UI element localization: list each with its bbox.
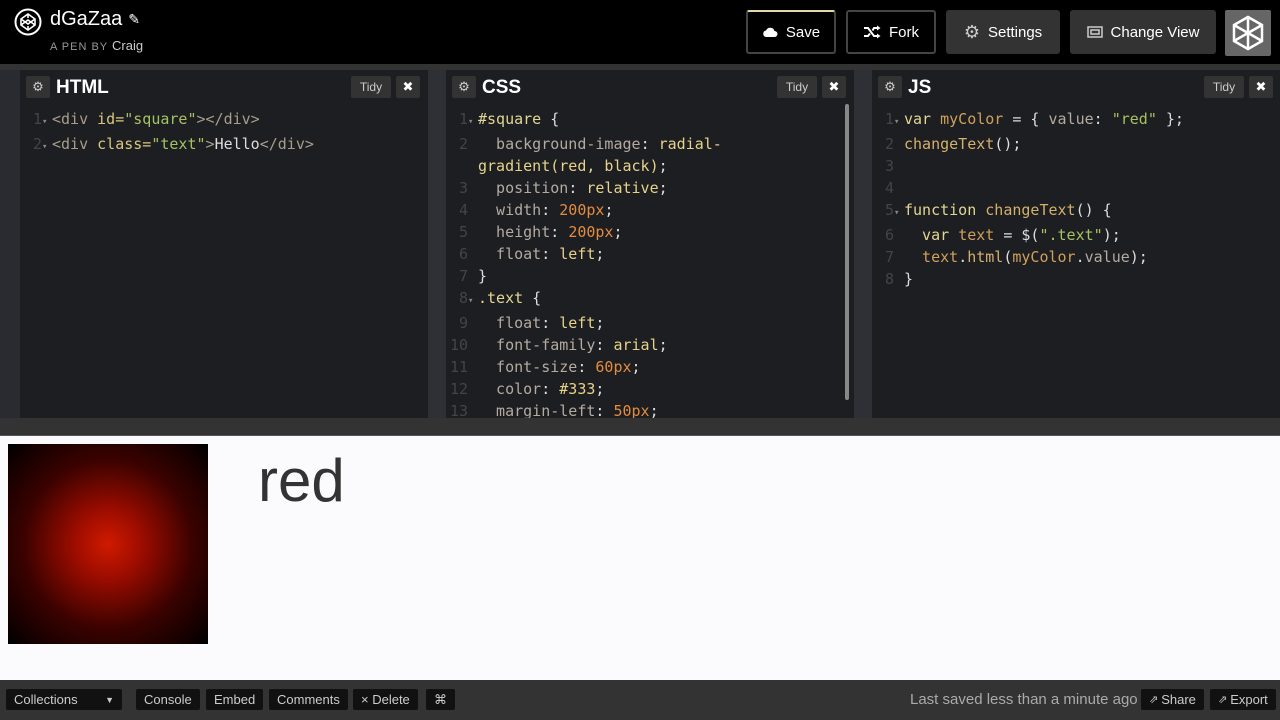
code-line: 7} bbox=[458, 267, 488, 285]
fork-button[interactable]: Fork bbox=[846, 10, 936, 54]
avatar[interactable] bbox=[1225, 10, 1271, 56]
embed-button[interactable]: Embed bbox=[206, 689, 264, 710]
css-code-area[interactable]: 1▾ #square { 2 background-image: radial- … bbox=[450, 108, 846, 422]
css-scrollbar[interactable] bbox=[845, 104, 849, 400]
code-line: 1▾ #square { bbox=[458, 110, 560, 128]
collections-dropdown[interactable]: Collections ▼ bbox=[6, 689, 122, 710]
html-editor-title: HTML bbox=[56, 77, 109, 98]
gear-icon: ⚙ bbox=[458, 79, 470, 94]
code-line: 11 font-size: 60px; bbox=[450, 358, 641, 376]
preview-text: red bbox=[258, 447, 345, 514]
close-icon: ✖ bbox=[1255, 79, 1267, 94]
author-link[interactable]: Craig bbox=[112, 38, 143, 53]
change-view-button[interactable]: Change View bbox=[1070, 10, 1216, 54]
code-line: 5 height: 200px; bbox=[458, 223, 623, 241]
code-line: 5▾ function changeText() { bbox=[884, 201, 1112, 219]
gear-icon: ⚙ bbox=[963, 21, 980, 42]
preview-resize-handle[interactable] bbox=[0, 418, 1280, 436]
code-line: 4 width: 200px; bbox=[458, 201, 614, 219]
html-editor: ⚙ HTML Tidy ✖ 1▾ <div id="square"></div> … bbox=[0, 70, 428, 418]
share-button[interactable]: ⇗ Share bbox=[1141, 689, 1204, 710]
css-tidy-button[interactable]: Tidy bbox=[777, 76, 817, 98]
export-label: Export bbox=[1230, 692, 1268, 707]
code-line: 1▾ var myColor = { value: "red" }; bbox=[884, 110, 1184, 128]
codepen-logo-icon[interactable] bbox=[14, 8, 42, 36]
share-label: Share bbox=[1161, 692, 1196, 707]
code-line: 1▾ <div id="square"></div> bbox=[32, 110, 260, 128]
gear-icon: ⚙ bbox=[884, 79, 896, 94]
css-editor-header: ⚙ CSS Tidy ✖ bbox=[446, 70, 854, 104]
code-line: 6 float: left; bbox=[458, 245, 605, 263]
fork-icon bbox=[864, 25, 881, 39]
save-button[interactable]: Save bbox=[746, 10, 836, 54]
comments-button[interactable]: Comments bbox=[269, 689, 348, 710]
save-status: Last saved less than a minute ago bbox=[910, 691, 1138, 708]
settings-button[interactable]: ⚙ Settings bbox=[946, 10, 1060, 54]
code-line: 4 bbox=[884, 179, 894, 197]
html-editor-header: ⚙ HTML Tidy ✖ bbox=[0, 70, 428, 104]
fork-label: Fork bbox=[889, 23, 919, 41]
code-line: 8▾ .text { bbox=[458, 289, 542, 307]
code-line: 3 bbox=[884, 157, 894, 175]
code-line: 2 background-image: radial- bbox=[458, 135, 722, 153]
change-view-label: Change View bbox=[1110, 23, 1200, 41]
css-settings-button[interactable]: ⚙ bbox=[452, 76, 476, 98]
code-line: 12 color: #333; bbox=[450, 380, 605, 398]
export-icon: ⇗ bbox=[1218, 694, 1228, 706]
code-line: 2 changeText(); bbox=[884, 135, 1022, 153]
js-editor-header: ⚙ JS Tidy ✖ bbox=[872, 70, 1280, 104]
editor-resize-handle[interactable] bbox=[854, 70, 872, 418]
code-line: 2▾ <div class="text">Hello</div> bbox=[32, 135, 314, 153]
css-close-button[interactable]: ✖ bbox=[822, 76, 846, 98]
editor-resize-handle[interactable] bbox=[0, 70, 20, 418]
close-icon: ✖ bbox=[828, 79, 840, 94]
user-avatar-icon bbox=[1232, 15, 1264, 51]
css-editor: ⚙ CSS Tidy ✖ 1▾ #square { 2 background-im… bbox=[446, 70, 854, 420]
html-close-button[interactable]: ✖ bbox=[396, 76, 420, 98]
code-line: gradient(red, black); bbox=[478, 157, 668, 175]
gear-icon: ⚙ bbox=[32, 79, 44, 94]
js-code-area[interactable]: 1▾ var myColor = { value: "red" }; 2 chang… bbox=[876, 108, 1276, 290]
console-button[interactable]: Console bbox=[136, 689, 200, 710]
header: dGaZaa ✎ A PEN BY Craig Save Fork ⚙ Sett… bbox=[0, 0, 1280, 64]
code-line: 3 position: relative; bbox=[458, 179, 668, 197]
keyboard-shortcuts-button[interactable]: ⌘ bbox=[426, 689, 455, 710]
js-editor: ⚙ JS Tidy ✖ 1▾ var myColor = { value: "re… bbox=[872, 70, 1280, 418]
css-editor-title: CSS bbox=[482, 77, 522, 98]
preview-square bbox=[8, 444, 208, 644]
layout-icon bbox=[1086, 26, 1103, 38]
settings-label: Settings bbox=[987, 23, 1043, 41]
code-line: 10 font-family: arial; bbox=[450, 336, 668, 354]
chevron-down-icon: ▼ bbox=[105, 694, 114, 705]
pen-title[interactable]: dGaZaa ✎ bbox=[50, 8, 140, 31]
code-line: 8} bbox=[884, 270, 914, 288]
close-icon: ✖ bbox=[402, 79, 414, 94]
share-icon: ⇗ bbox=[1149, 694, 1159, 706]
pen-by-label: A PEN BY bbox=[50, 41, 108, 53]
code-line: 7 text.html(myColor.value); bbox=[884, 248, 1148, 266]
code-line: 6 var text = $(".text"); bbox=[884, 226, 1121, 244]
html-settings-button[interactable]: ⚙ bbox=[26, 76, 50, 98]
js-tidy-button[interactable]: Tidy bbox=[1204, 76, 1244, 98]
footer: Collections ▼ Console Embed Comments × D… bbox=[0, 680, 1280, 720]
export-button[interactable]: ⇗ Export bbox=[1210, 689, 1276, 710]
delete-button[interactable]: × Delete bbox=[353, 689, 418, 710]
code-line: 9 float: left; bbox=[458, 314, 605, 332]
js-editor-title: JS bbox=[908, 77, 932, 98]
editor-resize-handle[interactable] bbox=[428, 70, 446, 418]
pencil-icon[interactable]: ✎ bbox=[128, 11, 140, 28]
html-tidy-button[interactable]: Tidy bbox=[351, 76, 391, 98]
collections-label: Collections bbox=[14, 692, 78, 707]
cloud-icon bbox=[763, 27, 778, 37]
js-settings-button[interactable]: ⚙ bbox=[878, 76, 902, 98]
pen-title-text[interactable]: dGaZaa bbox=[50, 8, 122, 31]
html-code-area[interactable]: 1▾ <div id="square"></div> 2▾ <div class="… bbox=[24, 108, 424, 158]
js-close-button[interactable]: ✖ bbox=[1249, 76, 1273, 98]
pen-author: A PEN BY Craig bbox=[50, 38, 143, 53]
save-label: Save bbox=[785, 23, 821, 41]
preview-pane: red bbox=[0, 436, 1280, 680]
